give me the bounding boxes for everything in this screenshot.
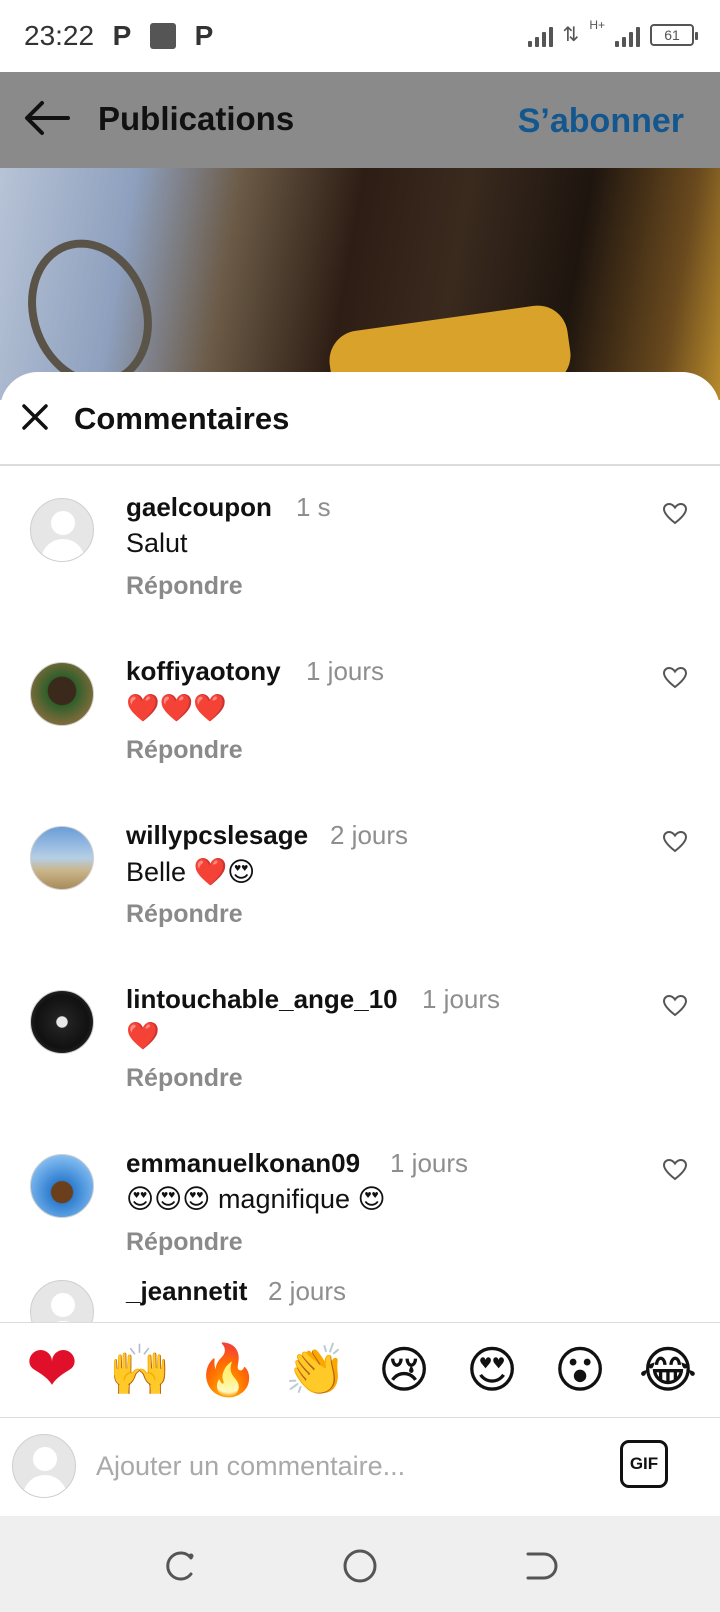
comment-time: 2 jours <box>330 820 409 850</box>
comment-item: gaelcoupon 1 s Salut Répondre <box>0 468 720 632</box>
avatar[interactable] <box>30 1154 94 1218</box>
comment-item-partial: _jeannetit 2 jours <box>0 1276 720 1322</box>
notification-icons: P P <box>110 20 216 52</box>
comment-username[interactable]: _jeannetit <box>126 1276 247 1307</box>
comment-time: 1 jours <box>422 984 501 1014</box>
emoji-crying-button[interactable]: 😢 <box>369 1340 439 1400</box>
comment-item: koffiyaotony 1 jours ❤️❤️❤️ Répondre <box>0 632 720 796</box>
p-app-icon: P <box>112 20 132 51</box>
comment-text: 😍😍😍 magnifique 😍 <box>126 1184 386 1214</box>
emoji-laughing-button[interactable]: 😂 <box>633 1340 703 1400</box>
comment-input-bar: GIF <box>0 1418 720 1514</box>
like-heart-icon[interactable] <box>662 666 688 690</box>
recent-apps-icon[interactable] <box>160 1546 200 1586</box>
like-heart-icon[interactable] <box>662 1158 688 1182</box>
comment-time: 2 jours <box>268 1276 347 1306</box>
status-bar: 23:22 P P ⇅ H+ 61 <box>0 0 720 72</box>
gif-button[interactable]: GIF <box>620 1440 668 1488</box>
emoji-heart-eyes-button[interactable]: 😍 <box>457 1340 527 1400</box>
like-heart-icon[interactable] <box>662 994 688 1018</box>
system-nav-bar <box>0 1516 720 1612</box>
comment-time: 1 s <box>296 492 331 522</box>
reply-button[interactable]: Répondre <box>126 1064 243 1093</box>
avatar[interactable] <box>30 498 94 562</box>
comment-text: Belle ❤️😍 <box>126 857 256 887</box>
like-heart-icon[interactable] <box>662 502 688 526</box>
comment-username[interactable]: emmanuelkonan09 <box>126 1148 360 1179</box>
like-heart-icon[interactable] <box>662 830 688 854</box>
comment-time: 1 jours <box>306 656 385 686</box>
image-notification-icon <box>150 23 176 49</box>
reply-button[interactable]: Répondre <box>126 900 243 929</box>
comment-item: emmanuelkonan09 1 jours 😍😍😍 magnifique 😍… <box>0 1124 720 1288</box>
avatar[interactable] <box>30 990 94 1054</box>
sheet-header: Commentaires <box>0 372 720 466</box>
reply-button[interactable]: Répondre <box>126 1228 243 1257</box>
back-arrow-icon[interactable] <box>22 98 72 138</box>
close-icon[interactable] <box>20 402 50 432</box>
home-icon[interactable] <box>340 1546 380 1586</box>
comment-input[interactable] <box>96 1446 576 1486</box>
comment-item: lintouchable_ange_10 1 jours ❤️ Répondre <box>0 960 720 1124</box>
header: Publications S’abonner <box>0 72 720 168</box>
avatar[interactable] <box>30 1280 94 1322</box>
system-icons: ⇅ H+ 61 <box>527 18 698 47</box>
comment-time: 1 jours <box>390 1148 469 1178</box>
comment-username[interactable]: lintouchable_ange_10 <box>126 984 398 1015</box>
p-app-icon-2: P <box>194 20 214 51</box>
signal-icon-2 <box>615 23 640 47</box>
my-avatar <box>12 1434 76 1498</box>
comment-username[interactable]: willypcslesage <box>126 820 308 851</box>
avatar[interactable] <box>30 662 94 726</box>
battery-icon: 61 <box>650 23 698 46</box>
post-photo <box>0 168 720 400</box>
network-type: H+ <box>589 17 605 32</box>
comment-list[interactable]: gaelcoupon 1 s Salut Répondre koffiyaoto… <box>0 468 720 1322</box>
subscribe-button[interactable]: S’abonner <box>518 102 684 141</box>
reply-button[interactable]: Répondre <box>126 572 243 601</box>
sheet-title: Commentaires <box>74 401 290 436</box>
comment-username[interactable]: koffiyaotony <box>126 656 281 687</box>
emoji-heart-button[interactable]: ❤ <box>17 1339 87 1401</box>
emoji-raised-hands-button[interactable]: 🙌 <box>105 1340 175 1400</box>
data-transfer-icon: ⇅ <box>562 24 580 46</box>
comment-text: ❤️❤️❤️ <box>126 693 227 723</box>
emoji-clap-button[interactable]: 👏 <box>281 1340 351 1400</box>
emoji-surprised-button[interactable]: 😮 <box>545 1340 615 1400</box>
emoji-fire-button[interactable]: 🔥 <box>193 1340 263 1400</box>
comment-item: willypcslesage 2 jours Belle ❤️😍 Répondr… <box>0 796 720 960</box>
reply-button[interactable]: Répondre <box>126 736 243 765</box>
back-nav-icon[interactable] <box>520 1546 560 1586</box>
comments-sheet: Commentaires gaelcoupon 1 s Salut Répond… <box>0 372 720 1612</box>
page-title: Publications <box>98 100 295 137</box>
status-time: 23:22 <box>24 20 95 51</box>
signal-icon <box>527 23 553 47</box>
comment-text: ❤️ <box>126 1021 160 1051</box>
comment-text: Salut <box>126 528 188 558</box>
comment-username[interactable]: gaelcoupon <box>126 492 272 523</box>
avatar[interactable] <box>30 826 94 890</box>
emoji-reaction-bar: ❤ 🙌 🔥 👏 😢 😍 😮 😂 <box>0 1322 720 1418</box>
